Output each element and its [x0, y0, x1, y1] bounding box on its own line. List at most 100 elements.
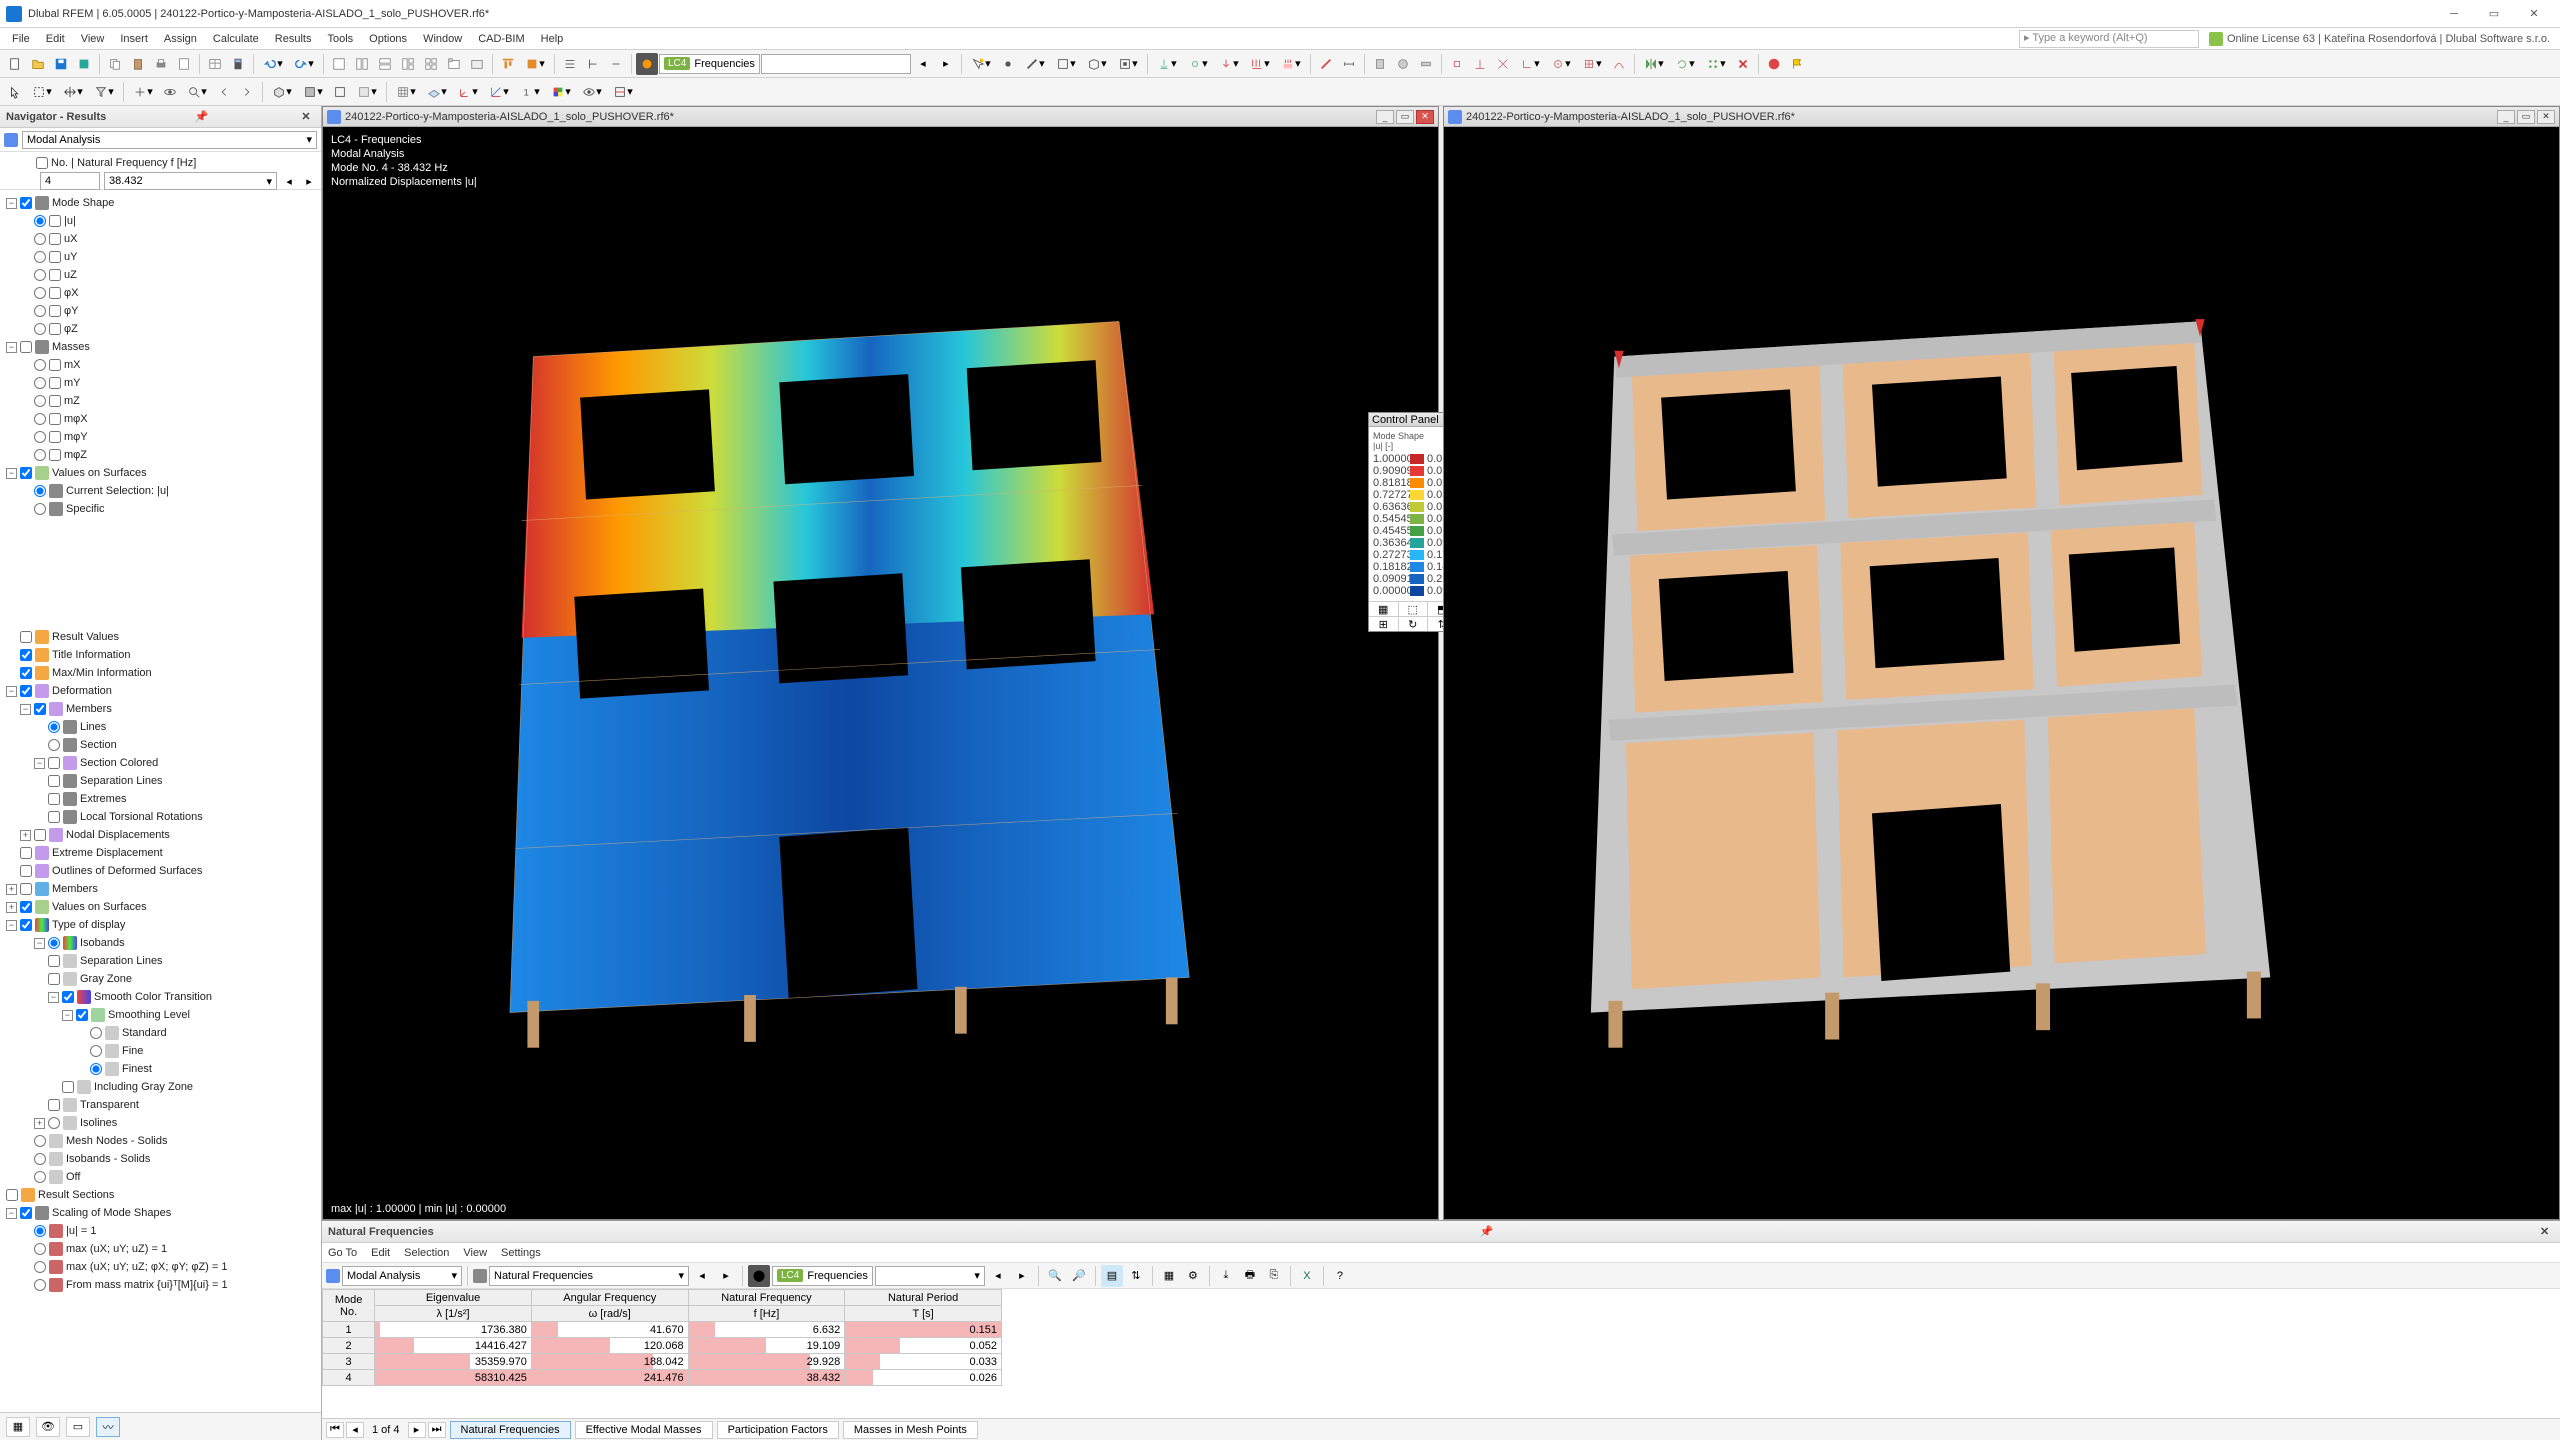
member-icon[interactable]: ▾: [1020, 53, 1050, 75]
select-window-icon[interactable]: ▾: [27, 81, 57, 103]
results-tab-participation[interactable]: Participation Factors: [717, 1421, 839, 1439]
minimize-button[interactable]: ─: [2434, 2, 2474, 26]
selection-filter-icon[interactable]: ▾: [89, 81, 119, 103]
navigator-close-icon[interactable]: ✕: [299, 110, 313, 124]
results-zoom-icon[interactable]: 🔍: [1044, 1265, 1066, 1287]
maximize-button[interactable]: ▭: [2474, 2, 2514, 26]
opening-icon[interactable]: ▾: [1113, 53, 1143, 75]
navigator-pin-icon[interactable]: 📌: [195, 110, 209, 124]
cp-tab-1-icon[interactable]: ▦: [1369, 602, 1399, 616]
snap-near-icon[interactable]: [1608, 53, 1630, 75]
th-ang[interactable]: Angular Frequency: [531, 1290, 688, 1306]
page-next-icon[interactable]: ▸: [408, 1422, 426, 1438]
results-copy-icon[interactable]: ⎘: [1263, 1265, 1285, 1287]
lc-prev-icon[interactable]: ◂: [912, 53, 934, 75]
tree-expand-icon[interactable]: [582, 53, 604, 75]
cp-foot-1-icon[interactable]: ⊞: [1369, 617, 1399, 631]
mode-prev-icon[interactable]: ◂: [281, 173, 297, 189]
results-excel-icon[interactable]: X: [1296, 1265, 1318, 1287]
results-export-icon[interactable]: ⤓: [1215, 1265, 1237, 1287]
nav-tab-results-icon[interactable]: 〰: [96, 1417, 120, 1437]
menu-insert[interactable]: Insert: [112, 31, 156, 47]
clip-icon[interactable]: ▾: [608, 81, 638, 103]
viewport-min-icon[interactable]: _: [1376, 110, 1394, 124]
viewport-close-icon[interactable]: ✕: [2537, 110, 2555, 124]
workplane-icon[interactable]: ▾: [422, 81, 452, 103]
previous-view-icon[interactable]: [213, 81, 235, 103]
render-icon[interactable]: ▾: [298, 81, 328, 103]
orbit-icon[interactable]: [159, 81, 181, 103]
calculator-icon[interactable]: [227, 53, 249, 75]
results-tab-masses[interactable]: Effective Modal Masses: [575, 1421, 713, 1439]
redo-button[interactable]: ▾: [289, 53, 319, 75]
tree-phix[interactable]: φX: [64, 287, 78, 299]
results-help-icon[interactable]: ?: [1329, 1265, 1351, 1287]
tree-vos[interactable]: Values on Surfaces: [52, 467, 147, 479]
numbering-icon[interactable]: 1▾: [515, 81, 545, 103]
tree-mode-shape[interactable]: Mode Shape: [52, 197, 114, 209]
page-prev-icon[interactable]: ◂: [346, 1422, 364, 1438]
menu-cadbim[interactable]: CAD-BIM: [470, 31, 532, 47]
results-print-icon[interactable]: 🖶: [1239, 1265, 1261, 1287]
results-tab-mesh[interactable]: Masses in Mesh Points: [843, 1421, 978, 1439]
view-iso-icon[interactable]: ▾: [267, 81, 297, 103]
tree-collapse-icon[interactable]: [605, 53, 627, 75]
mode-freq-selector[interactable]: 38.432▾: [104, 172, 277, 190]
viewport-right[interactable]: 240122-Portico-y-Mamposteria-AISLADO_1_s…: [1443, 106, 2560, 1220]
delete-icon[interactable]: [1732, 53, 1754, 75]
results-filter-icon[interactable]: ▤: [1101, 1265, 1123, 1287]
tree-u[interactable]: |u|: [64, 215, 76, 227]
table-row[interactable]: 2 14416.427 120.068 19.109 0.052: [323, 1338, 1002, 1354]
load-icon[interactable]: ▾: [1214, 53, 1244, 75]
layout-2h-icon[interactable]: [374, 53, 396, 75]
results-toggle-icon[interactable]: ⬤: [748, 1265, 770, 1287]
menu-help[interactable]: Help: [533, 31, 572, 47]
viewport-close-icon[interactable]: ✕: [1416, 110, 1434, 124]
results-analysis-selector[interactable]: Modal Analysis▾: [342, 1266, 462, 1286]
array-icon[interactable]: ▾: [1701, 53, 1731, 75]
results-next-icon[interactable]: ▸: [715, 1265, 737, 1287]
table-row[interactable]: 3 35359.970 188.042 29.928 0.033: [323, 1354, 1002, 1370]
align-top-icon[interactable]: [497, 53, 519, 75]
lineload-icon[interactable]: ▾: [1245, 53, 1275, 75]
snap-intersect-icon[interactable]: [1492, 53, 1514, 75]
viewport-min-icon[interactable]: _: [2497, 110, 2515, 124]
th-per[interactable]: Natural Period: [845, 1290, 1002, 1306]
cp-tab-2-icon[interactable]: ⬚: [1399, 602, 1429, 616]
navigator-tree[interactable]: −Mode Shape |u| uX uY uZ φX φY φZ −Masse…: [0, 190, 321, 1412]
selection-new-icon[interactable]: ▾: [966, 53, 996, 75]
snap-grid-icon[interactable]: ▾: [1577, 53, 1607, 75]
results-pin-icon[interactable]: 📌: [1480, 1225, 1494, 1239]
loadcase-selector[interactable]: LC4Frequencies: [659, 54, 760, 74]
results-grid-icon[interactable]: ▦: [1158, 1265, 1180, 1287]
nav-tab-display-icon[interactable]: 👁: [36, 1417, 60, 1437]
grid-icon[interactable]: ▾: [391, 81, 421, 103]
menu-tools[interactable]: Tools: [319, 31, 361, 47]
next-view-icon[interactable]: [236, 81, 258, 103]
layout-full-icon[interactable]: [466, 53, 488, 75]
zoom-icon[interactable]: ▾: [182, 81, 212, 103]
hinge-icon[interactable]: ▾: [1183, 53, 1213, 75]
table-icon[interactable]: [204, 53, 226, 75]
tree-phiz[interactable]: φZ: [64, 323, 78, 335]
tree-check[interactable]: [20, 197, 32, 209]
results-close-icon[interactable]: ✕: [2540, 1225, 2554, 1239]
th-mode[interactable]: ModeNo.: [323, 1290, 375, 1322]
results-menu-settings[interactable]: Settings: [501, 1247, 541, 1259]
expand-icon[interactable]: −: [6, 198, 17, 209]
new-file-icon[interactable]: [4, 53, 26, 75]
freq-header-check[interactable]: [36, 157, 48, 169]
open-file-icon[interactable]: [27, 53, 49, 75]
results-find-icon[interactable]: 🔎: [1068, 1265, 1090, 1287]
navigator-analysis-selector[interactable]: Modal Analysis▾: [22, 131, 317, 149]
layout-1-icon[interactable]: [328, 53, 350, 75]
list-icon[interactable]: [559, 53, 581, 75]
mode-number-input[interactable]: 4: [40, 172, 100, 190]
menu-calculate[interactable]: Calculate: [205, 31, 267, 47]
align-dropdown-icon[interactable]: ▾: [520, 53, 550, 75]
results-tab-freq[interactable]: Natural Frequencies: [450, 1421, 571, 1439]
rotate-icon[interactable]: ▾: [1670, 53, 1700, 75]
surfload-icon[interactable]: ▾: [1276, 53, 1306, 75]
snap-mid-icon[interactable]: [1469, 53, 1491, 75]
menu-view[interactable]: View: [73, 31, 113, 47]
